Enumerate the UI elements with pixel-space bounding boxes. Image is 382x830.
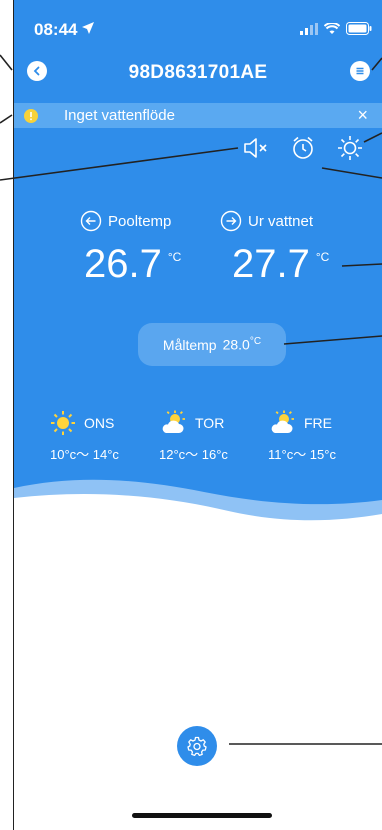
forecast-day-name: ONS (84, 415, 115, 431)
pool-temp-value: 26.7 (84, 242, 162, 286)
status-bar: 08:44 (14, 0, 382, 52)
outlet-temp-label: Ur vattnet (248, 212, 314, 230)
battery-icon (346, 22, 372, 40)
location-icon (81, 21, 95, 40)
arrow-out-icon (220, 210, 242, 232)
alert-close-button[interactable]: × (357, 105, 368, 126)
warning-icon (24, 109, 38, 123)
pool-temp-unit: °C (167, 250, 182, 264)
signal-icon (300, 22, 318, 40)
partly-cloudy-icon (162, 410, 185, 433)
page-title: 98D8631701AE (128, 62, 268, 83)
forecast-range: 10°c～ 14°c (50, 447, 119, 462)
settings-button[interactable] (177, 726, 217, 766)
target-temp-value: 28.0 (222, 336, 250, 353)
nav-bar: 98D8631701AE (14, 52, 382, 92)
light-button[interactable] (336, 134, 364, 162)
outlet-temp-unit: °C (315, 250, 330, 264)
forecast-day: FRE 11°c～ 15°c (268, 410, 336, 463)
alert-banner: Inget vattenflöde × (14, 103, 382, 128)
sun-icon (51, 411, 75, 435)
status-time: 08:44 (34, 20, 78, 39)
target-temp-unit: °C (249, 336, 262, 348)
sun-icon (338, 136, 362, 160)
target-temp-label: Måltemp (162, 336, 217, 353)
outlet-temp: Ur vattnet 27.7 °C (220, 210, 329, 287)
wifi-icon (323, 22, 341, 40)
outlet-temp-value: 27.7 (232, 242, 310, 286)
forecast-day-name: FRE (304, 415, 332, 431)
pool-temp: Pooltemp 26.7 °C (80, 210, 181, 287)
app-screen: 08:44 98D8631701AE Inget vattenflöde × P… (14, 0, 382, 830)
forecast-range: 11°c～ 15°c (268, 447, 336, 462)
forecast-day: ONS 10°c～ 14°c (50, 410, 119, 463)
wave-divider (14, 479, 382, 560)
gear-icon (187, 736, 207, 756)
arrow-in-icon (80, 210, 102, 232)
partly-cloudy-icon (271, 410, 294, 433)
target-temp-button[interactable]: Måltemp 28.0°C (138, 323, 286, 366)
menu-button[interactable] (350, 61, 370, 81)
alarm-clock-icon (293, 136, 313, 159)
forecast-range: 12°c～ 16°c (159, 447, 228, 462)
home-indicator (132, 813, 272, 818)
alarm-button[interactable] (289, 134, 317, 162)
alert-text: Inget vattenflöde (64, 107, 175, 124)
forecast-day-name: TOR (195, 415, 225, 431)
speaker-muted-icon (244, 138, 267, 158)
mute-button[interactable] (242, 134, 270, 162)
pool-temp-label: Pooltemp (108, 212, 172, 230)
menu-icon (356, 67, 364, 75)
forecast-day: TOR 12°c～ 16°c (159, 410, 228, 463)
